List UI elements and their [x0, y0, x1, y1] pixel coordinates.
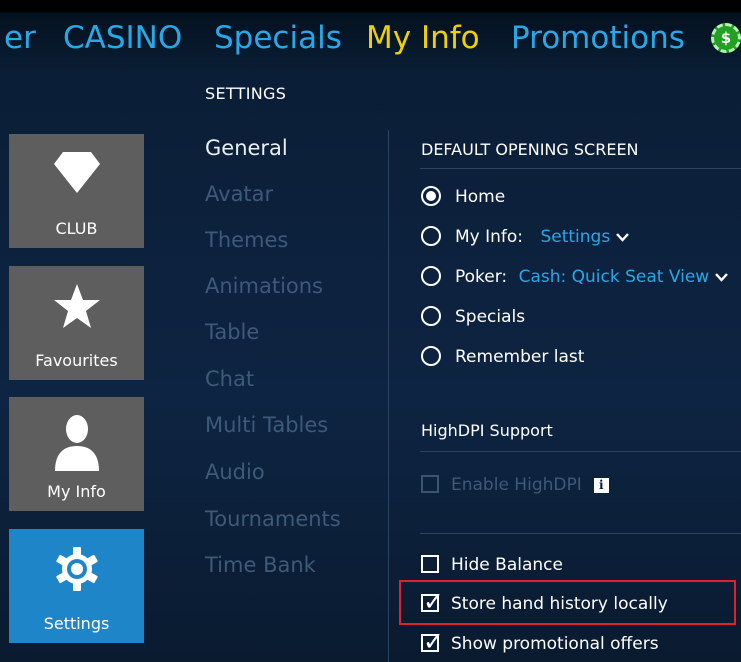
highlight-box: [399, 580, 736, 625]
radio-button[interactable]: [421, 306, 441, 326]
nav-item-poker-partial[interactable]: er: [4, 18, 36, 58]
my-info-dropdown[interactable]: Settings: [540, 227, 610, 247]
settings-menu-themes[interactable]: Themes: [205, 228, 288, 252]
radio-label: My Info:: [455, 227, 524, 247]
nav-item-promotions[interactable]: Promotions: [511, 18, 685, 58]
enable-highdpi-option[interactable]: Enable HighDPI i: [421, 475, 609, 499]
sidebar-tile-settings[interactable]: Settings: [9, 529, 144, 643]
sidebar-tile-label: Settings: [43, 614, 110, 633]
sidebar-tile-club[interactable]: CLUB: [9, 134, 144, 248]
settings-menu-avatar[interactable]: Avatar: [205, 182, 273, 206]
poker-chip-icon[interactable]: $: [711, 23, 741, 53]
checkbox-label: Hide Balance: [451, 555, 563, 575]
section-divider: [420, 168, 741, 169]
person-icon: [9, 413, 144, 471]
poker-dropdown[interactable]: Cash: Quick Seat View: [519, 267, 710, 287]
settings-menu-audio[interactable]: Audio: [205, 460, 265, 484]
checkbox-label: Enable HighDPI: [451, 475, 582, 495]
settings-menu-general[interactable]: General: [205, 136, 288, 160]
opening-screen-heading: DEFAULT OPENING SCREEN: [421, 140, 639, 159]
section-divider: [420, 533, 741, 534]
radio-label: Specials: [455, 307, 526, 327]
settings-menu-time-bank[interactable]: Time Bank: [205, 553, 316, 577]
show-promotional-offers-option[interactable]: Show promotional offers: [421, 627, 659, 658]
settings-menu-tournaments[interactable]: Tournaments: [205, 507, 341, 531]
sidebar-tile-my-info[interactable]: My Info: [9, 397, 144, 511]
diamond-icon: [9, 150, 144, 200]
settings-menu-animations[interactable]: Animations: [205, 274, 323, 298]
info-icon[interactable]: i: [593, 478, 609, 493]
checkbox-label: Show promotional offers: [451, 634, 659, 654]
radio-button[interactable]: [421, 346, 441, 366]
page-title: SETTINGS: [205, 84, 287, 103]
radio-poker[interactable]: Poker: Cash: Quick Seat View: [421, 266, 729, 290]
radio-label: Remember last: [455, 347, 585, 367]
nav-item-my-info[interactable]: My Info: [366, 18, 480, 58]
settings-menu-multi-tables[interactable]: Multi Tables: [205, 413, 328, 437]
sidebar-tile-label: Favourites: [35, 351, 118, 370]
chevron-down-icon[interactable]: [715, 270, 729, 286]
star-icon: [9, 282, 144, 332]
sidebar-tile-label: CLUB: [55, 219, 98, 238]
radio-home[interactable]: Home: [421, 186, 505, 210]
hide-balance-checkbox[interactable]: [421, 555, 439, 573]
top-navigation-bar: er CASINO Specials My Info Promotions $: [0, 0, 741, 78]
sidebar-tile-favourites[interactable]: Favourites: [9, 266, 144, 380]
enable-highdpi-checkbox[interactable]: [421, 475, 439, 493]
hide-balance-option[interactable]: Hide Balance: [421, 555, 563, 579]
nav-item-specials[interactable]: Specials: [214, 18, 342, 58]
show-promotional-offers-checkbox[interactable]: [421, 627, 444, 657]
gear-icon: [9, 545, 144, 595]
settings-menu-table[interactable]: Table: [205, 320, 259, 344]
settings-menu-chat[interactable]: Chat: [205, 367, 254, 391]
radio-button[interactable]: [421, 266, 441, 286]
radio-button-selected[interactable]: [421, 186, 441, 206]
vertical-divider: [388, 130, 389, 662]
radio-remember-last[interactable]: Remember last: [421, 346, 584, 370]
chevron-down-icon[interactable]: [616, 230, 630, 246]
highdpi-heading: HighDPI Support: [421, 421, 553, 440]
sidebar-tile-label: My Info: [47, 482, 106, 501]
radio-specials[interactable]: Specials: [421, 306, 525, 330]
radio-button[interactable]: [421, 226, 441, 246]
radio-label: Poker:: [455, 267, 508, 287]
nav-item-casino[interactable]: CASINO: [63, 18, 182, 58]
section-divider: [420, 451, 741, 452]
radio-label: Home: [455, 187, 506, 207]
radio-my-info[interactable]: My Info: Settings: [421, 226, 630, 250]
